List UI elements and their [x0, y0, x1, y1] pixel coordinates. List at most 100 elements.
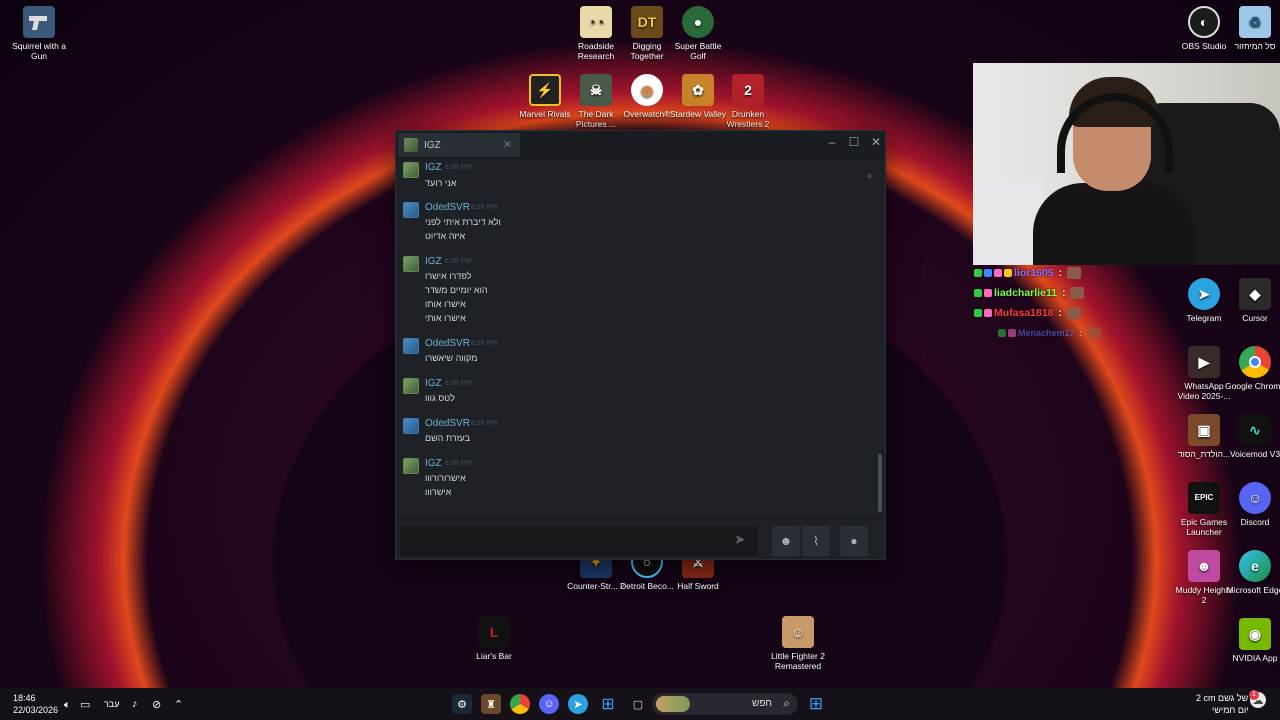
avatar[interactable] — [403, 202, 419, 218]
send-icon[interactable]: ➤ — [734, 531, 746, 548]
game-app-icon[interactable]: ♜ — [481, 694, 501, 714]
message-author[interactable]: IGZ — [425, 256, 442, 267]
desktop-icon-label: Half Sword — [677, 581, 719, 591]
microphone-icon: ● — [850, 534, 858, 548]
message-time: 6:35 PM — [445, 258, 472, 265]
steam-chat-window[interactable]: IGZ ✕ – ☐ ✕ + IGZ 6:35 PM אני רועד OdedS… — [395, 130, 886, 560]
notification-badge: 1 — [1249, 690, 1259, 700]
message-time: 6:35 PM — [445, 164, 472, 171]
chevron-up-icon[interactable]: ⌃ — [174, 698, 183, 711]
message-time: 6:35 PM — [445, 460, 472, 467]
search-placeholder: חפש — [752, 698, 772, 709]
desktop-icon-squirrel[interactable]: Squirrel with a Gun — [9, 6, 69, 61]
clock-time[interactable]: 18:46 — [13, 693, 36, 703]
attach-button[interactable]: ⌇ — [802, 526, 830, 556]
close-window-icon[interactable]: ✕ — [868, 135, 884, 149]
message-time: 6:35 PM — [471, 204, 498, 211]
desktop-icon-edge[interactable]: e Microsoft Edge — [1225, 550, 1280, 595]
taskbar-search[interactable]: חפש ⌕ — [652, 693, 798, 715]
emote-icon — [1070, 287, 1085, 299]
microphone-icon[interactable]: ♪ — [132, 698, 138, 710]
message-time: 6:35 PM — [471, 420, 498, 427]
stream-chat-line: Menachem17 : — [974, 323, 1134, 343]
avatar[interactable] — [403, 458, 419, 474]
badge-icon — [984, 289, 992, 297]
desktop-icon-liars-bar[interactable]: L Liar's Bar — [464, 616, 524, 661]
digging-together-icon: DT — [631, 6, 663, 38]
close-tab-icon[interactable]: ✕ — [503, 138, 512, 151]
stream-chat-user: lior1605 — [1014, 267, 1054, 279]
stream-chat-overlay: lior1605 : liadcharlie11 : Mufasa1818 : … — [974, 263, 1134, 343]
paperclip-icon: ⌇ — [813, 534, 819, 548]
overwatch-icon: ◎ — [631, 74, 663, 106]
desktop-icon-recycle-bin[interactable]: ♻ סל המיחזור — [1225, 6, 1280, 51]
message-text: הוא יומיים משדר — [425, 285, 488, 295]
windows-start-icon[interactable]: ⊞ — [806, 694, 826, 714]
clock-date[interactable]: 22/03/2026 — [13, 705, 58, 715]
nvidia-icon: ◉ — [1239, 618, 1271, 650]
desktop-icon-voicemod[interactable]: ∿ Voicemod V3 — [1225, 414, 1280, 459]
desktop-icon-drunken-wrestlers[interactable]: 2 Drunken Wrestlers 2 — [718, 74, 778, 129]
desktop-icon-label: Voicemod V3 — [1229, 449, 1280, 459]
stream-chat-user: Menachem17 — [1018, 328, 1075, 338]
volume-icon[interactable]: 🔈︎ — [64, 699, 71, 712]
pin-icon[interactable]: + — [866, 169, 873, 183]
voice-button[interactable]: ● — [840, 526, 868, 556]
golf-icon: ● — [682, 6, 714, 38]
avatar[interactable] — [403, 256, 419, 272]
desktop-icon-cursor[interactable]: ◆ Cursor — [1225, 278, 1280, 323]
desktop-icon-nvidia[interactable]: ◉ NVIDIA App — [1225, 618, 1280, 663]
desktop-icon-little-fighter[interactable]: ☺ Little Fighter 2 Remastered — [768, 616, 828, 671]
streamer — [1033, 77, 1193, 265]
message-text: בעזרת השם — [425, 433, 470, 443]
message-author[interactable]: OdedSVR — [425, 338, 470, 349]
message-author[interactable]: IGZ — [425, 162, 442, 173]
chrome-icon — [1239, 346, 1271, 378]
maximize-icon[interactable]: ☐ — [846, 135, 862, 149]
task-view-icon[interactable]: ▢ — [628, 694, 648, 714]
notifications-off-icon[interactable]: ⊘ — [152, 698, 161, 711]
language-indicator[interactable]: עבר — [104, 699, 119, 709]
avatar[interactable] — [403, 418, 419, 434]
weather-line2[interactable]: יום חמישי — [1212, 705, 1249, 715]
minimize-icon[interactable]: – — [824, 135, 840, 149]
chat-messages[interactable]: + IGZ 6:35 PM אני רועד OdedSVR 6:35 PM ו… — [396, 159, 885, 519]
apps-grid-icon[interactable]: ⊞ — [598, 694, 618, 714]
obs-icon: ◐ — [1188, 6, 1220, 38]
discord-taskbar-icon[interactable]: ☺ — [539, 694, 559, 714]
telegram-icon: ➤ — [1188, 278, 1220, 310]
emoji-button[interactable]: ☻ — [772, 526, 800, 556]
message-author[interactable]: IGZ — [425, 458, 442, 469]
network-icon[interactable]: ▭ — [80, 698, 90, 711]
chat-scrollbar[interactable] — [878, 454, 882, 512]
desktop-icon-label: Discord — [1240, 517, 1270, 527]
chrome-taskbar-icon[interactable] — [510, 694, 530, 714]
steam-icon[interactable]: ⚙ — [452, 694, 472, 714]
stream-chat-sep: : — [1055, 307, 1062, 319]
cursor-app-icon: ◆ — [1239, 278, 1271, 310]
chat-input-bar: ➤ ☻ ⌇ ● — [396, 519, 885, 559]
avatar — [404, 138, 418, 152]
weather-line1[interactable]: 2 cm של גשם — [1196, 693, 1248, 703]
avatar[interactable] — [403, 162, 419, 178]
muddy-heights-icon: ☻ — [1188, 550, 1220, 582]
emoji-icon: ☻ — [779, 534, 793, 548]
desktop-icon-discord[interactable]: ☺ Discord — [1225, 482, 1280, 527]
desktop-icon-chrome[interactable]: Google Chrome — [1225, 346, 1280, 391]
message-text: איזה אדיוט — [425, 231, 466, 241]
desktop-icon-label: Little Fighter 2 Remastered — [771, 651, 825, 671]
avatar[interactable] — [403, 378, 419, 394]
stream-chat-sep: : — [1076, 328, 1083, 338]
message-author[interactable]: OdedSVR — [425, 202, 470, 213]
avatar[interactable] — [403, 338, 419, 354]
message-text: לטס גווו — [425, 393, 455, 403]
telegram-taskbar-icon[interactable]: ➤ — [568, 694, 588, 714]
emote-icon — [1087, 327, 1102, 339]
message-author[interactable]: IGZ — [425, 378, 442, 389]
video-file-icon: ▶ — [1188, 346, 1220, 378]
liars-bar-icon: L — [478, 616, 510, 648]
chat-message-input[interactable] — [400, 526, 758, 556]
message-author[interactable]: OdedSVR — [425, 418, 470, 429]
desktop-icon-super-battle-golf[interactable]: ● Super Battle Golf — [668, 6, 728, 61]
chat-tab-igz[interactable]: IGZ ✕ — [398, 133, 520, 157]
